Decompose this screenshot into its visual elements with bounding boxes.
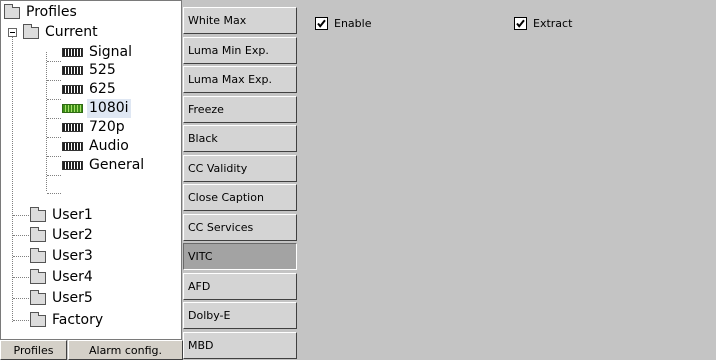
- device-profile-icon: [62, 48, 83, 57]
- vitc-settings-panel: Enable Extract: [297, 0, 716, 360]
- tree-connector: [12, 32, 13, 322]
- tab-freeze[interactable]: Freeze: [183, 96, 297, 123]
- alarm-config-button[interactable]: Alarm config.: [68, 340, 183, 360]
- tree-node-label: Audio: [89, 138, 129, 154]
- tab-cc-validity[interactable]: CC Validity: [183, 155, 297, 182]
- tree-node-label: 720p: [89, 119, 125, 135]
- folder-icon: [30, 311, 46, 327]
- device-profile-icon: [62, 161, 83, 170]
- tree-node-label: 1080i: [87, 99, 131, 118]
- tree-connector: [46, 52, 47, 191]
- tree-node-1080i[interactable]: 1080i: [62, 99, 131, 118]
- collapse-toggle-icon[interactable]: [8, 28, 17, 37]
- device-profile-icon: [62, 85, 83, 94]
- tree-node-720p[interactable]: 720p: [62, 118, 127, 137]
- tree-node-user2[interactable]: User2: [30, 226, 95, 245]
- tree-connector: [13, 277, 29, 278]
- tab-luma-min-exp[interactable]: Luma Min Exp.: [183, 37, 297, 64]
- tab-white-max[interactable]: White Max: [183, 7, 297, 34]
- extract-checkbox[interactable]: [514, 17, 527, 30]
- tree-node-label: User3: [52, 248, 93, 264]
- device-profile-icon: [62, 66, 83, 75]
- tab-afd[interactable]: AFD: [183, 273, 297, 300]
- tab-black[interactable]: Black: [183, 125, 297, 152]
- tree-connector: [13, 320, 29, 321]
- tree-connector: [47, 137, 61, 138]
- tree-node-label: User2: [52, 227, 93, 243]
- folder-icon: [30, 206, 46, 222]
- tree-connector: [13, 298, 29, 299]
- tree-connector: [47, 118, 61, 119]
- folder-icon: [4, 3, 20, 19]
- tree-connector: [47, 80, 61, 81]
- tree-node-label: Current: [45, 24, 98, 40]
- folder-icon: [30, 247, 46, 263]
- tree-node-audio[interactable]: Audio: [62, 137, 131, 156]
- tree-node-label: User4: [52, 269, 93, 285]
- folder-icon: [30, 226, 46, 242]
- enable-checkbox[interactable]: [315, 17, 328, 30]
- tree-node-label: Profiles: [26, 4, 77, 20]
- tab-mbd[interactable]: MBD: [183, 332, 297, 359]
- tree-node-label: General: [89, 157, 145, 173]
- device-profile-icon: [62, 142, 83, 151]
- tree-node-625[interactable]: 625: [62, 80, 118, 99]
- enable-option[interactable]: Enable: [315, 17, 371, 30]
- tree-connector: [47, 156, 61, 157]
- checkmark-icon: [516, 19, 525, 28]
- folder-icon: [30, 268, 46, 284]
- tree-node-user1[interactable]: User1: [30, 206, 95, 225]
- tree-connector: [13, 215, 29, 216]
- tree-node-label: Factory: [52, 312, 104, 328]
- tree-connector: [47, 99, 61, 100]
- checkmark-icon: [317, 19, 326, 28]
- tree-node-label: Signal: [89, 44, 133, 60]
- tree-node-current[interactable]: Current: [8, 23, 100, 42]
- tab-cc-services[interactable]: CC Services: [183, 214, 297, 241]
- profiles-tree[interactable]: Profiles Current Signal 525 625 1080i 72…: [0, 0, 182, 340]
- tree-node-profiles[interactable]: Profiles: [4, 3, 79, 22]
- tab-luma-max-exp[interactable]: Luma Max Exp.: [183, 66, 297, 93]
- extract-option[interactable]: Extract: [514, 17, 572, 30]
- enable-label: Enable: [334, 17, 372, 30]
- tree-node-label: 625: [89, 81, 116, 97]
- tree-connector: [13, 235, 29, 236]
- tree-node-user5[interactable]: User5: [30, 289, 95, 308]
- extract-label: Extract: [533, 17, 573, 30]
- tree-node-factory[interactable]: Factory: [30, 311, 105, 330]
- tree-connector: [47, 193, 61, 194]
- alarm-tabs: White Max Luma Min Exp. Luma Max Exp. Fr…: [183, 0, 297, 360]
- tree-connector: [47, 61, 61, 62]
- tree-node-user3[interactable]: User3: [30, 247, 95, 266]
- tree-node-label: User5: [52, 290, 93, 306]
- folder-icon: [30, 289, 46, 305]
- tree-node-label: User1: [52, 207, 93, 223]
- device-profile-active-icon: [62, 104, 83, 113]
- tree-node-user4[interactable]: User4: [30, 268, 95, 287]
- tab-vitc[interactable]: VITC: [183, 243, 297, 270]
- tree-node-label: 525: [89, 62, 116, 78]
- tree-node-general[interactable]: General: [62, 156, 146, 175]
- folder-icon: [23, 23, 39, 39]
- tree-connector: [47, 175, 61, 176]
- tree-node-525[interactable]: 525: [62, 61, 118, 80]
- tab-dolby-e[interactable]: Dolby-E: [183, 302, 297, 329]
- tree-connector: [13, 256, 29, 257]
- tab-close-caption[interactable]: Close Caption: [183, 184, 297, 211]
- tree-node-signal[interactable]: Signal: [62, 43, 134, 62]
- device-profile-icon: [62, 123, 83, 132]
- profiles-button[interactable]: Profiles: [0, 340, 67, 360]
